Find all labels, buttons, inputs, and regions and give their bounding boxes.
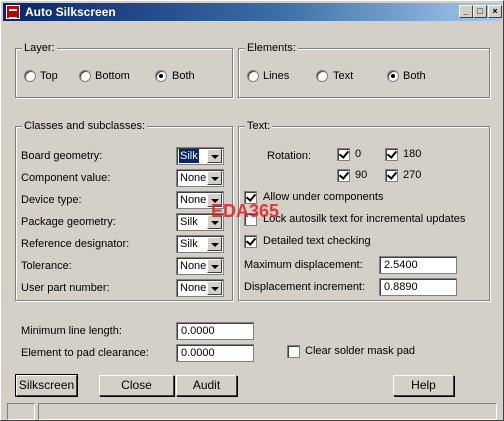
tolerance-label: Tolerance:	[21, 260, 72, 272]
component-value-label: Component value:	[21, 172, 111, 184]
chevron-down-icon[interactable]	[207, 237, 222, 251]
audit-button[interactable]: Audit	[176, 375, 237, 396]
elements-group: Elements: Lines Text Both	[238, 41, 490, 98]
component-value-select[interactable]: None	[176, 169, 224, 187]
watermark: EDA365	[211, 201, 280, 221]
elements-both-radio[interactable]	[387, 70, 399, 82]
elements-text-radio[interactable]	[316, 70, 328, 82]
rotation-90-label: 90	[355, 169, 368, 181]
rotation-270-checkbox[interactable]	[385, 169, 398, 182]
displacement-increment-field[interactable]: 0.8890	[379, 278, 457, 296]
reference-designator-select[interactable]: Silk	[176, 235, 224, 253]
device-type-label: Device type:	[21, 194, 82, 206]
chevron-down-icon[interactable]	[207, 259, 222, 273]
element-to-pad-field[interactable]: 0.0000	[176, 344, 254, 362]
layer-group: Layer: Top Bottom Both	[15, 41, 233, 98]
user-part-number-label: User part number:	[21, 282, 110, 294]
elements-group-label: Elements:	[245, 41, 298, 55]
board-geometry-select[interactable]: Silk	[176, 147, 224, 165]
close-button[interactable]: Close	[99, 375, 174, 396]
maximize-button[interactable]: □	[473, 5, 487, 18]
detailed-text-checking-label: Detailed text checking	[263, 235, 371, 247]
allow-under-components-label: Allow under components	[263, 191, 384, 203]
silkscreen-button[interactable]: Silkscreen	[15, 374, 78, 397]
user-part-number-select[interactable]: None	[176, 279, 224, 297]
clear-solder-mask-label: Clear solder mask pad	[305, 345, 416, 357]
rotation-label: Rotation:	[267, 150, 312, 162]
rotation-270-label: 270	[403, 169, 422, 181]
board-geometry-label: Board geometry:	[21, 150, 103, 162]
minimize-button[interactable]: _	[459, 5, 473, 18]
rotation-0-checkbox[interactable]	[337, 148, 350, 161]
element-to-pad-label: Element to pad clearance:	[21, 347, 149, 359]
layer-bottom-radio[interactable]	[79, 70, 91, 82]
chevron-down-icon[interactable]	[207, 149, 222, 163]
rotation-180-checkbox[interactable]	[385, 148, 398, 161]
clear-solder-mask-checkbox[interactable]	[287, 345, 300, 358]
detailed-text-checking-checkbox[interactable]	[244, 235, 257, 248]
layer-bottom-label: Bottom	[95, 70, 130, 82]
rotation-0-label: 0	[355, 148, 362, 160]
layer-both-label: Both	[172, 70, 195, 82]
displacement-increment-label: Displacement increment:	[244, 281, 366, 293]
layer-top-label: Top	[40, 70, 58, 82]
window-title: Auto Silkscreen	[25, 5, 116, 19]
package-geometry-label: Package geometry:	[21, 216, 116, 228]
rotation-180-label: 180	[403, 148, 422, 160]
min-line-length-label: Minimum line length:	[21, 325, 122, 337]
status-panel-left	[7, 403, 35, 420]
reference-designator-label: Reference designator:	[21, 238, 130, 250]
chevron-down-icon[interactable]	[207, 171, 222, 185]
layer-top-radio[interactable]	[24, 70, 36, 82]
elements-lines-label: Lines	[263, 70, 290, 82]
close-window-button[interactable]: ×	[488, 5, 502, 18]
layer-both-radio[interactable]	[155, 70, 167, 82]
max-displacement-label: Maximum displacement:	[244, 259, 363, 271]
layer-group-label: Layer:	[22, 41, 57, 55]
max-displacement-field[interactable]: 2.5400	[379, 256, 457, 274]
min-line-length-field[interactable]: 0.0000	[176, 322, 254, 340]
tolerance-select[interactable]: None	[176, 257, 224, 275]
lock-autosilk-label: Lock autosilk text for incremental updat…	[263, 213, 466, 225]
elements-text-label: Text	[333, 70, 354, 82]
rotation-90-checkbox[interactable]	[337, 169, 350, 182]
elements-both-label: Both	[403, 70, 426, 82]
classes-group-label: Classes and subclasses:	[22, 119, 148, 133]
auto-silkscreen-window: Auto Silkscreen _ □ × Layer: Top Bottom …	[0, 0, 504, 421]
classes-group: Classes and subclasses: Board geometry: …	[15, 119, 233, 301]
help-button[interactable]: Help	[393, 375, 454, 396]
chevron-down-icon[interactable]	[207, 281, 222, 295]
app-icon	[6, 5, 20, 19]
elements-lines-radio[interactable]	[247, 70, 259, 82]
status-panel-main	[38, 403, 497, 420]
title-bar[interactable]: Auto Silkscreen _ □ ×	[3, 3, 502, 21]
text-group-label: Text:	[245, 119, 273, 133]
